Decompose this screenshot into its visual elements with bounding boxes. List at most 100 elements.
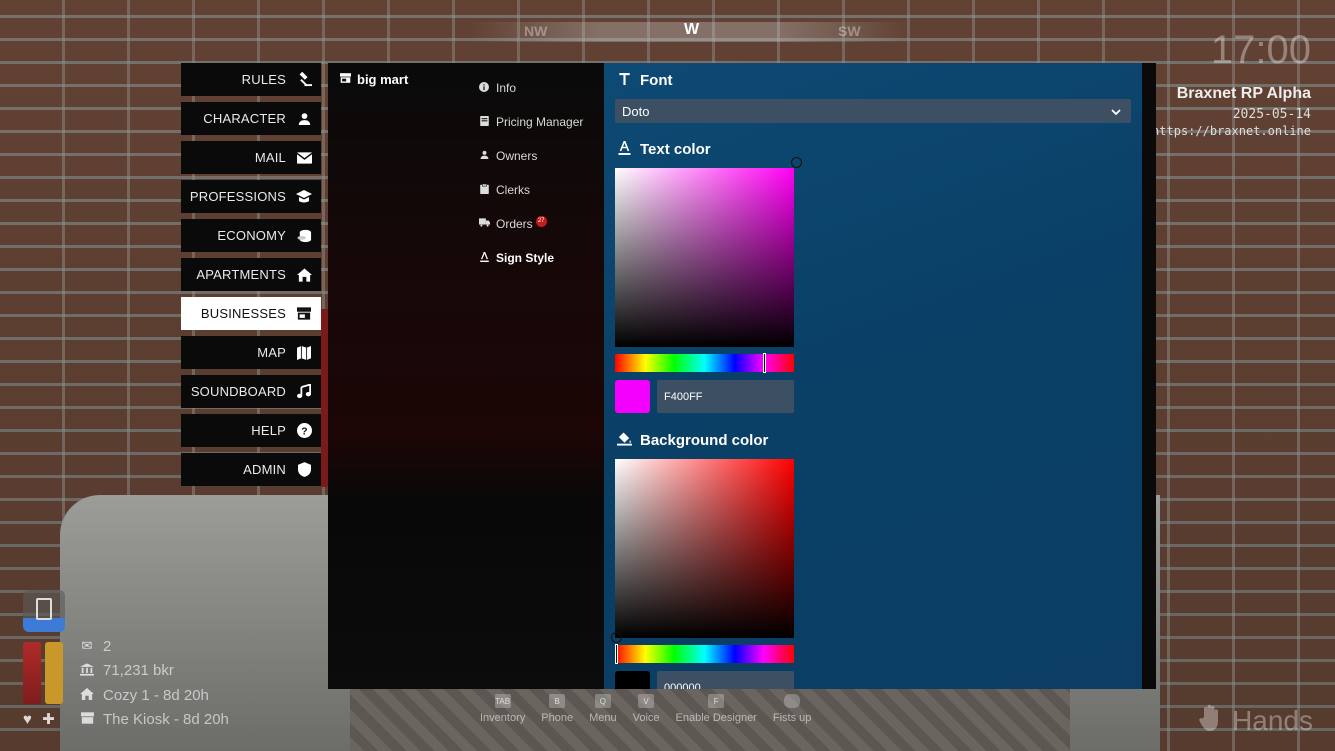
envelope-icon: [296, 150, 312, 166]
background-color-hue-slider[interactable]: [615, 644, 794, 664]
hud-money-value: 71,231 bkr: [103, 662, 174, 680]
business-title: big mart: [340, 72, 408, 87]
menu-item-help[interactable]: HELP ?: [181, 414, 321, 447]
hud-mail-count: 2: [103, 637, 112, 655]
menu-item-character[interactable]: CHARACTER: [181, 102, 321, 135]
text-color-heading: Text color: [616, 138, 711, 158]
menu-item-map[interactable]: MAP: [181, 336, 321, 369]
keycap: Q: [594, 694, 611, 708]
menu-item-label: ADMIN: [243, 462, 286, 477]
house-icon: [296, 267, 312, 283]
question-icon: ?: [296, 423, 312, 439]
submenu-orders[interactable]: Orders 27: [478, 207, 583, 241]
background-color-swatch: [615, 671, 650, 689]
menu-item-mail[interactable]: MAIL: [181, 141, 321, 174]
keybind-label: Fists up: [772, 712, 812, 724]
house-icon: [78, 687, 96, 703]
coins-icon: [296, 228, 312, 244]
keybind-voice: V Voice: [633, 694, 660, 724]
compass-heading: W: [684, 21, 700, 38]
background-color-hex-input[interactable]: 000000: [657, 671, 794, 689]
stamina-icon: ✚: [42, 711, 55, 728]
music-icon: [296, 384, 312, 400]
text-color-hue-slider[interactable]: [615, 353, 794, 373]
graduation-cap-icon: [296, 189, 312, 205]
text-color-hex-value: F400FF: [664, 390, 703, 403]
text-color-swatch: [615, 380, 650, 413]
keybind-fists-up: Fists up: [772, 694, 812, 724]
business-sidebar: big mart Info Pricing Manager Owners Cle…: [328, 63, 604, 689]
menu-item-label: APARTMENTS: [196, 267, 286, 282]
compass-nw: NW: [524, 23, 548, 39]
background-color-picker-handle[interactable]: [611, 632, 622, 643]
submenu-label: Orders: [496, 217, 533, 231]
submenu-label: Pricing Manager: [496, 115, 584, 129]
mouse-icon: [784, 694, 801, 708]
submenu-pricing-manager[interactable]: Pricing Manager: [478, 105, 583, 139]
submenu-clerks[interactable]: Clerks: [478, 173, 583, 207]
bank-icon: [78, 663, 96, 679]
menu-item-label: MAP: [257, 345, 286, 360]
keycap: F: [708, 694, 725, 708]
clipboard-icon: [478, 183, 490, 197]
submenu-label: Sign Style: [496, 251, 555, 265]
background-color-saturation-picker[interactable]: [615, 459, 794, 638]
menu-item-admin[interactable]: ADMIN: [181, 453, 321, 486]
submenu-info[interactable]: Info: [478, 71, 583, 105]
background-color-hue-handle[interactable]: [615, 644, 618, 664]
menu-item-label: PROFESSIONS: [189, 189, 286, 204]
keycap: B: [549, 694, 566, 708]
keybind-phone: B Phone: [541, 694, 573, 724]
compass-sw: SW: [838, 23, 861, 39]
menu-item-rules[interactable]: RULES: [181, 63, 321, 96]
person-icon: [478, 150, 490, 162]
menu-item-label: HELP: [251, 423, 286, 438]
compass: NW W SW: [470, 21, 910, 42]
hud-mail: ✉ 2: [78, 634, 229, 659]
health-bar: [23, 642, 41, 704]
text-color-hex-input[interactable]: F400FF: [657, 380, 794, 413]
hud-money: 71,231 bkr: [78, 659, 229, 684]
phone-icon: [36, 598, 52, 620]
menu-item-businesses[interactable]: BUSINESSES: [181, 297, 321, 330]
submenu-sign-style[interactable]: Sign Style: [478, 241, 583, 275]
submenu-label: Owners: [496, 149, 538, 163]
menu-item-economy[interactable]: ECONOMY: [181, 219, 321, 252]
server-url: https://braxnet.online: [1152, 124, 1311, 138]
text-color-saturation-picker[interactable]: [615, 168, 794, 347]
font-select-value: Doto: [622, 103, 650, 119]
hud-business-value: The Kiosk - 8d 20h: [103, 711, 229, 729]
menu-item-apartments[interactable]: APARTMENTS: [181, 258, 321, 291]
info-icon: [478, 81, 490, 95]
keybind-label: Enable Designer: [675, 712, 757, 724]
hud-stats: ✉ 2 71,231 bkr Cozy 1 - 8d 20h The Kiosk…: [78, 634, 229, 732]
business-panel: big mart Info Pricing Manager Owners Cle…: [328, 63, 1156, 689]
receipt-icon: [478, 115, 490, 129]
keybind-bar: TAB Inventory B Phone Q Menu V Voice F E…: [480, 694, 827, 724]
hand-icon: [1198, 703, 1224, 738]
shield-icon: [296, 462, 312, 478]
equipped-hands: Hands: [1198, 703, 1313, 738]
menu-item-label: MAIL: [254, 150, 286, 165]
panel-scrollbar[interactable]: [1142, 63, 1156, 689]
keybind-label: Voice: [632, 712, 660, 724]
gavel-icon: [296, 72, 312, 88]
background-color-hex-value: 000000: [664, 681, 701, 690]
sign-style-editor: Font Doto Text color F400FF Background c…: [604, 63, 1142, 689]
menu-item-label: BUSINESSES: [200, 306, 286, 321]
menu-item-soundboard[interactable]: SOUNDBOARD: [181, 375, 321, 408]
text-color-icon: [616, 138, 632, 158]
text-color-hue-handle[interactable]: [762, 353, 766, 373]
submenu-label: Clerks: [496, 183, 531, 197]
keycap: TAB: [494, 694, 511, 708]
font-select[interactable]: Doto: [615, 99, 1131, 123]
menu-item-label: CHARACTER: [203, 111, 286, 126]
keybind-label: Phone: [541, 712, 574, 724]
text-color-icon: [478, 249, 490, 265]
text-color-picker-handle[interactable]: [791, 157, 802, 168]
submenu-owners[interactable]: Owners: [478, 139, 583, 173]
background-color-heading: Background color: [616, 432, 768, 449]
map-icon: [296, 345, 312, 361]
game-clock: 17:00: [1210, 28, 1311, 72]
menu-item-professions[interactable]: PROFESSIONS: [181, 180, 321, 213]
